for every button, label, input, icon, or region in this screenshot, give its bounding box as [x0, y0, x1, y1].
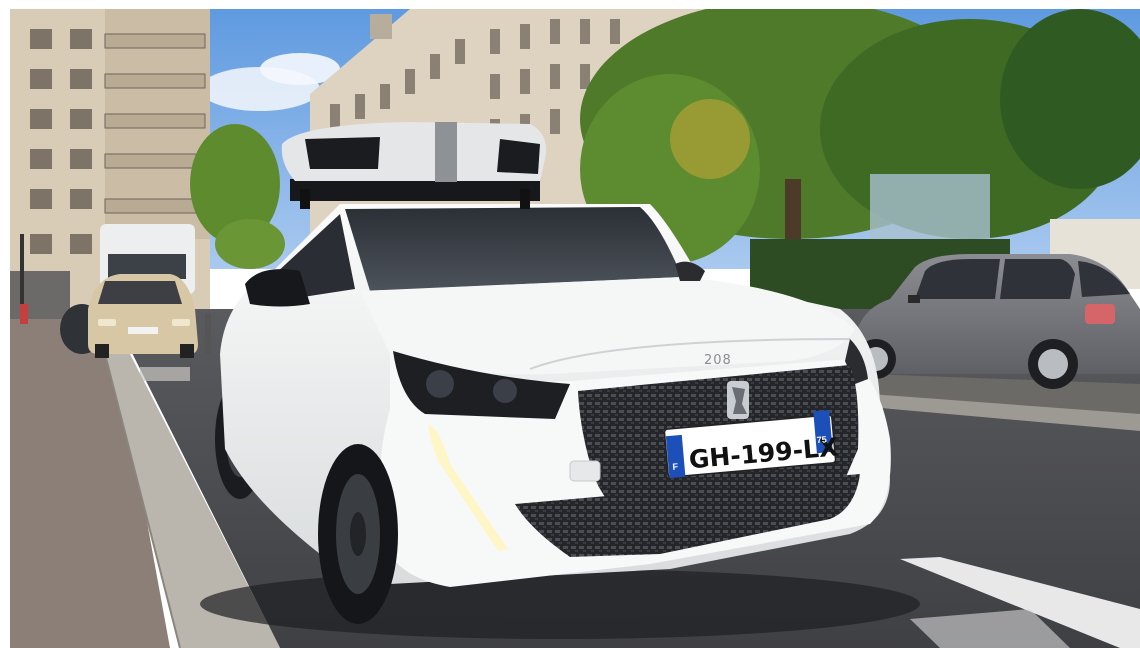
model-badge: 208 — [704, 353, 732, 368]
plate-region-code: 75 — [816, 434, 827, 445]
street-photo: 208 F GH-199-LX 75 — [10, 9, 1140, 648]
roof-mapping-sensor — [281, 122, 546, 209]
beige-car — [88, 274, 198, 358]
windshield — [345, 207, 682, 291]
peugeot-lion-emblem — [727, 381, 749, 419]
